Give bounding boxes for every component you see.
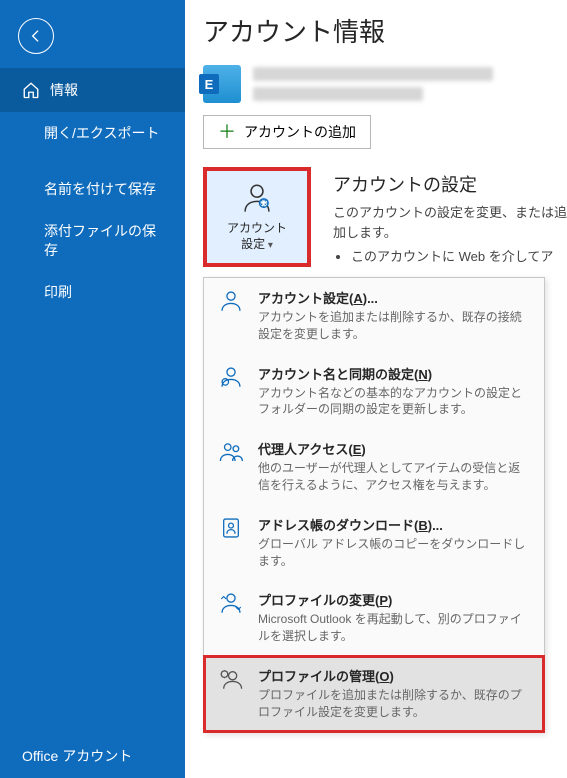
menu-item-delegate[interactable]: 代理人アクセス(E) 他のユーザーが代理人としてアイテムの受信と返信を行えるよう… bbox=[204, 429, 544, 505]
sidebar-label-save-as: 名前を付けて保存 bbox=[44, 181, 156, 197]
account-settings-description: アカウントの設定 このアカウントの設定を変更、または追加します。 このアカウント… bbox=[333, 167, 567, 267]
add-account-label: アカウントの追加 bbox=[244, 122, 356, 142]
account-type-blurred bbox=[253, 87, 423, 101]
menu-desc-1: アカウント名などの基本的なアカウントの設定とフォルダーの同期の設定を更新します。 bbox=[258, 385, 530, 419]
section-desc: このアカウントの設定を変更、または追加します。 bbox=[333, 203, 567, 242]
menu-title-5: プロファイルの管理(O) bbox=[258, 666, 530, 685]
person-gear-icon bbox=[240, 181, 274, 215]
menu-title-1: アカウント名と同期の設定(N) bbox=[258, 364, 530, 383]
menu-item-address-book[interactable]: アドレス帳のダウンロード(B)... グローバル アドレス帳のコピーをダウンロー… bbox=[204, 505, 544, 581]
sidebar-label-office-account: Office アカウント bbox=[22, 748, 132, 764]
person-sync-icon bbox=[218, 364, 246, 419]
menu-title-2: 代理人アクセス(E) bbox=[258, 439, 530, 458]
menu-item-change-profile[interactable]: プロファイルの変更(P) Microsoft Outlook を再起動して、別の… bbox=[204, 580, 544, 656]
account-row bbox=[203, 65, 567, 103]
add-account-button[interactable]: ＋ アカウントの追加 bbox=[203, 115, 371, 149]
menu-title-4: プロファイルの変更(P) bbox=[258, 590, 530, 609]
menu-desc-3: グローバル アドレス帳のコピーをダウンロードします。 bbox=[258, 536, 530, 570]
menu-desc-4: Microsoft Outlook を再起動して、別のプロファイルを選択します。 bbox=[258, 611, 530, 645]
sidebar-item-save-as[interactable]: 名前を付けて保存 bbox=[0, 168, 185, 210]
sidebar-item-save-attachments[interactable]: 添付ファイルの保存 bbox=[0, 210, 185, 270]
sidebar-item-office-account[interactable]: Office アカウント bbox=[0, 734, 185, 778]
menu-desc-0: アカウントを追加または削除するか、既存の接続設定を変更します。 bbox=[258, 309, 530, 343]
menu-item-manage-profile[interactable]: プロファイルの管理(O) プロファイルを追加または削除するか、既存のプロファイル… bbox=[204, 656, 544, 732]
menu-desc-5: プロファイルを追加または削除するか、既存のプロファイル設定を変更します。 bbox=[258, 687, 530, 721]
sidebar-label-info: 情報 bbox=[50, 80, 78, 100]
address-book-icon bbox=[218, 515, 246, 570]
menu-desc-2: 他のユーザーが代理人としてアイテムの受信と返信を行えるように、アクセス権を与えま… bbox=[258, 460, 530, 494]
menu-item-account-settings[interactable]: アカウント設定(A)... アカウントを追加または削除するか、既存の接続設定を変… bbox=[204, 278, 544, 354]
section-title: アカウントの設定 bbox=[333, 171, 567, 197]
account-info bbox=[253, 67, 493, 101]
page-title: アカウント情報 bbox=[185, 12, 567, 65]
sidebar-item-info[interactable]: 情報 bbox=[0, 68, 185, 112]
dropdown-button-label: アカウント 設定 bbox=[227, 221, 287, 252]
profile-manage-icon bbox=[218, 666, 246, 721]
section-bullet: このアカウントに Web を介してア bbox=[351, 246, 567, 265]
menu-title-0: アカウント設定(A)... bbox=[258, 288, 530, 307]
sidebar-item-print[interactable]: 印刷 bbox=[0, 271, 185, 313]
menu-title-3: アドレス帳のダウンロード(B)... bbox=[258, 515, 530, 534]
menu-item-name-sync[interactable]: アカウント名と同期の設定(N) アカウント名などの基本的なアカウントの設定とフォ… bbox=[204, 354, 544, 430]
main-content: アカウント情報 ＋ アカウントの追加 アカウント 設定 bbox=[185, 0, 567, 778]
sidebar-label-save-attachments: 添付ファイルの保存 bbox=[44, 223, 156, 257]
sidebar-item-open-export[interactable]: 開く/エクスポート bbox=[0, 112, 185, 154]
account-settings-dropdown-button[interactable]: アカウント 設定 bbox=[203, 167, 311, 267]
home-icon bbox=[22, 81, 40, 99]
exchange-icon bbox=[203, 65, 241, 103]
sidebar: 情報 開く/エクスポート 名前を付けて保存 添付ファイルの保存 印刷 Offic… bbox=[0, 0, 185, 778]
back-arrow-icon bbox=[28, 28, 44, 44]
sidebar-label-print: 印刷 bbox=[44, 284, 72, 300]
account-email-blurred bbox=[253, 67, 493, 81]
people-icon bbox=[218, 439, 246, 494]
person-icon bbox=[218, 288, 246, 343]
account-settings-section: アカウント 設定 アカウントの設定 このアカウントの設定を変更、または追加します… bbox=[203, 167, 567, 267]
back-button[interactable] bbox=[18, 18, 54, 54]
profile-switch-icon bbox=[218, 590, 246, 645]
account-settings-dropdown-menu: アカウント設定(A)... アカウントを追加または削除するか、既存の接続設定を変… bbox=[203, 277, 545, 733]
plus-icon: ＋ bbox=[218, 123, 236, 141]
sidebar-label-open-export: 開く/エクスポート bbox=[44, 125, 159, 141]
